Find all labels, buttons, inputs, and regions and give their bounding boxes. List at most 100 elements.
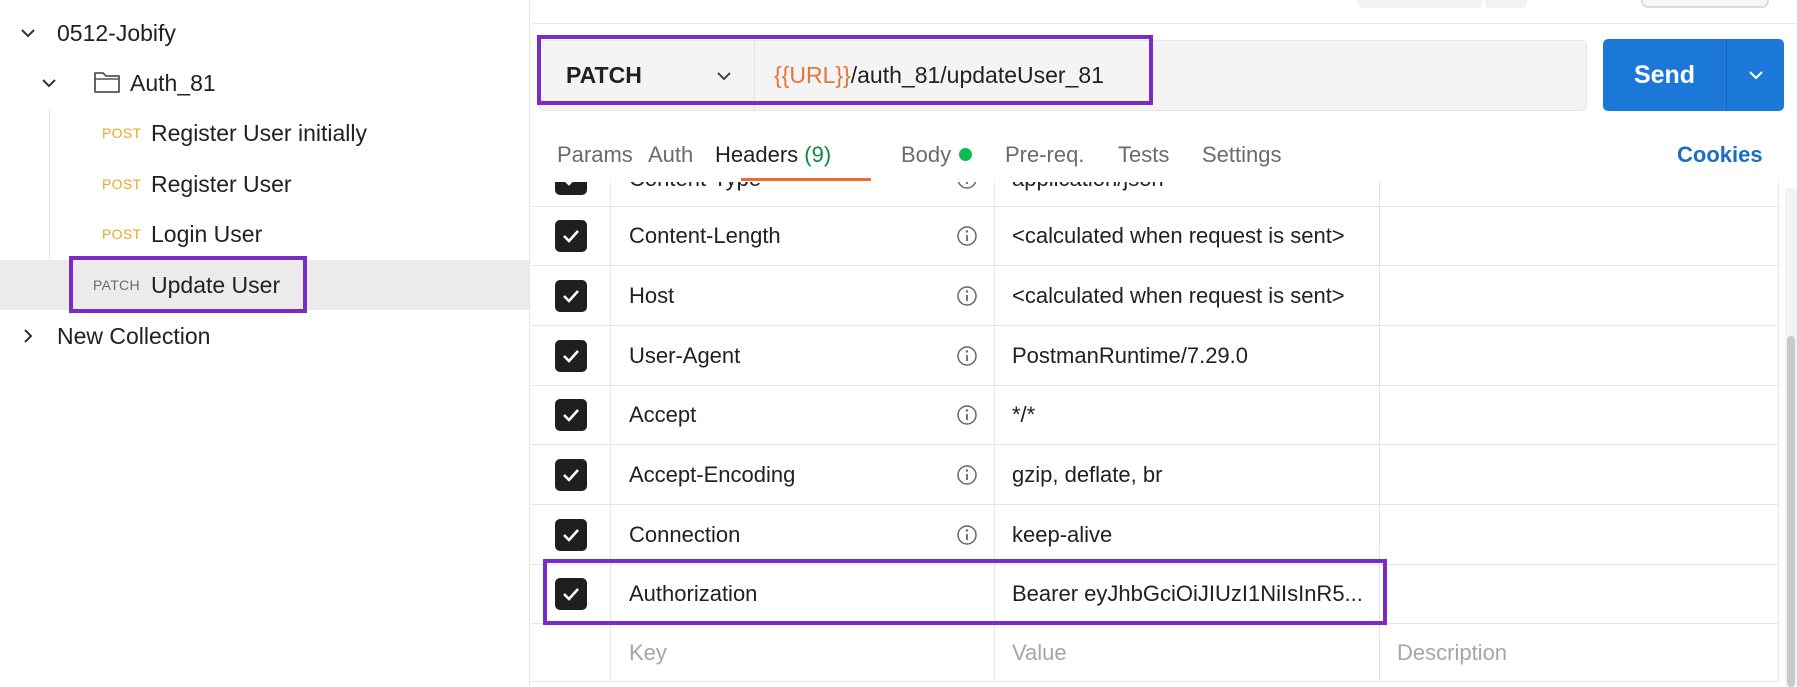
header-value[interactable]: application/json bbox=[996, 182, 1380, 206]
row-checkbox[interactable] bbox=[554, 458, 587, 491]
collection-name: New Collection bbox=[57, 322, 211, 349]
row-checkbox[interactable] bbox=[554, 339, 587, 372]
cookies-link[interactable]: Cookies bbox=[1677, 142, 1763, 168]
toolbar-button[interactable] bbox=[1485, 0, 1527, 8]
table-row: Content-Length <calculated when request … bbox=[531, 207, 1779, 266]
tab-body[interactable]: Body bbox=[901, 142, 973, 168]
header-key[interactable]: Accept bbox=[612, 386, 995, 444]
info-icon[interactable] bbox=[956, 404, 978, 426]
scrollbar-thumb[interactable] bbox=[1787, 336, 1795, 687]
info-icon[interactable] bbox=[956, 225, 978, 247]
new-value-input[interactable]: Value bbox=[996, 624, 1380, 681]
collection-jobify[interactable]: 0512-Jobify bbox=[0, 9, 529, 57]
method-select[interactable]: PATCH bbox=[540, 41, 755, 110]
request-name: Update User bbox=[151, 271, 281, 298]
table-row-new: Key Value Description bbox=[531, 624, 1779, 682]
request-name: Login User bbox=[151, 220, 263, 247]
row-checkbox[interactable] bbox=[554, 220, 587, 252]
folder-auth[interactable]: Auth_81 bbox=[0, 59, 529, 107]
header-value[interactable]: <calculated when request is sent> bbox=[996, 207, 1380, 265]
toolbar-toggle[interactable] bbox=[1641, 0, 1769, 8]
send-options-button[interactable] bbox=[1727, 39, 1784, 111]
method-badge: POST bbox=[102, 176, 142, 192]
tab-settings[interactable]: Settings bbox=[1202, 142, 1282, 168]
request-name: Register User initially bbox=[151, 119, 368, 146]
header-value[interactable]: gzip, deflate, br bbox=[996, 445, 1380, 504]
folder-icon bbox=[93, 69, 121, 95]
method-label: PATCH bbox=[566, 62, 642, 88]
vertical-scrollbar[interactable] bbox=[1785, 188, 1797, 687]
method-badge: POST bbox=[102, 125, 142, 141]
request-item-register-initially[interactable]: POST Register User initially bbox=[0, 109, 529, 157]
header-value[interactable]: PostmanRuntime/7.29.0 bbox=[996, 326, 1380, 385]
info-icon[interactable] bbox=[956, 524, 978, 546]
header-value[interactable]: Bearer eyJhbGciOiJIUzI1NiIsInR5... bbox=[996, 565, 1380, 623]
tab-headers[interactable]: Headers (9) bbox=[715, 142, 831, 168]
header-value[interactable]: */* bbox=[996, 386, 1380, 444]
header-description[interactable] bbox=[1381, 326, 1779, 385]
info-icon[interactable] bbox=[956, 182, 978, 190]
send-label: Send bbox=[1633, 60, 1696, 89]
url-variable: {{URL}} bbox=[774, 62, 851, 88]
header-description[interactable] bbox=[1381, 182, 1779, 206]
method-badge: PATCH bbox=[93, 277, 140, 293]
header-description[interactable] bbox=[1381, 445, 1779, 504]
status-dot-icon bbox=[959, 147, 973, 161]
header-key[interactable]: Host bbox=[612, 266, 995, 325]
chevron-down-icon[interactable] bbox=[39, 73, 59, 93]
info-icon[interactable] bbox=[956, 464, 978, 486]
info-icon[interactable] bbox=[956, 285, 978, 307]
table-row-authorization: Authorization Bearer eyJhbGciOiJIUzI1NiI… bbox=[531, 565, 1779, 624]
toolbar-button[interactable] bbox=[1358, 0, 1482, 8]
url-bar: PATCH {{URL}}/auth_81/updateUser_81 bbox=[539, 40, 1587, 111]
request-editor: PATCH {{URL}}/auth_81/updateUser_81 Send… bbox=[531, 0, 1797, 687]
header-key[interactable]: Authorization bbox=[612, 565, 995, 623]
chevron-down-icon bbox=[713, 65, 735, 87]
tab-strip bbox=[531, 0, 1797, 24]
request-item-register[interactable]: POST Register User bbox=[0, 160, 529, 208]
request-item-login[interactable]: POST Login User bbox=[0, 210, 529, 258]
request-tabs: Params Auth Headers (9) Body Pre-req. Te… bbox=[531, 132, 1797, 182]
headers-count: (9) bbox=[804, 142, 832, 167]
row-checkbox[interactable] bbox=[554, 578, 587, 610]
row-checkbox[interactable] bbox=[554, 182, 587, 195]
tab-auth[interactable]: Auth bbox=[648, 142, 693, 168]
chevron-down-icon[interactable] bbox=[18, 23, 38, 43]
chevron-right-icon[interactable] bbox=[18, 326, 38, 346]
header-description[interactable] bbox=[1381, 207, 1779, 265]
header-key[interactable]: Accept-Encoding bbox=[612, 445, 995, 504]
request-name: Register User bbox=[151, 170, 292, 197]
collection-name: 0512-Jobify bbox=[57, 19, 176, 46]
table-row: Content-Type application/json bbox=[531, 182, 1779, 207]
row-checkbox[interactable] bbox=[554, 399, 587, 431]
collections-sidebar: 0512-Jobify Auth_81 POST Register User i… bbox=[0, 0, 530, 687]
request-item-update-user[interactable]: PATCH Update User bbox=[0, 260, 529, 310]
row-checkbox[interactable] bbox=[554, 279, 587, 312]
new-key-input[interactable]: Key bbox=[612, 624, 995, 681]
tab-prereq[interactable]: Pre-req. bbox=[1005, 142, 1084, 168]
collection-new[interactable]: New Collection bbox=[0, 312, 529, 360]
table-row: Accept-Encoding gzip, deflate, br bbox=[531, 445, 1779, 505]
info-icon[interactable] bbox=[956, 345, 978, 367]
header-description[interactable] bbox=[1381, 565, 1779, 623]
header-key[interactable]: User-Agent bbox=[612, 326, 995, 385]
url-input[interactable]: {{URL}}/auth_81/updateUser_81 bbox=[774, 62, 1104, 89]
table-row: Connection keep-alive bbox=[531, 505, 1779, 565]
new-description-input[interactable]: Description bbox=[1381, 624, 1779, 681]
header-key[interactable]: Connection bbox=[612, 505, 995, 564]
header-description[interactable] bbox=[1381, 386, 1779, 444]
tab-headers-label: Headers bbox=[715, 142, 799, 167]
tab-params[interactable]: Params bbox=[557, 142, 633, 168]
header-value[interactable]: <calculated when request is sent> bbox=[996, 266, 1380, 325]
row-checkbox[interactable] bbox=[554, 518, 587, 551]
header-description[interactable] bbox=[1381, 505, 1779, 564]
header-value[interactable]: keep-alive bbox=[996, 505, 1380, 564]
send-button[interactable]: Send bbox=[1603, 39, 1784, 111]
header-key[interactable]: Content-Type bbox=[612, 182, 995, 206]
header-key[interactable]: Content-Length bbox=[612, 207, 995, 265]
url-path: /auth_81/updateUser_81 bbox=[850, 62, 1104, 88]
active-tab-underline bbox=[741, 178, 871, 181]
tab-tests[interactable]: Tests bbox=[1118, 142, 1169, 168]
header-description[interactable] bbox=[1381, 266, 1779, 325]
method-badge: POST bbox=[102, 226, 142, 242]
